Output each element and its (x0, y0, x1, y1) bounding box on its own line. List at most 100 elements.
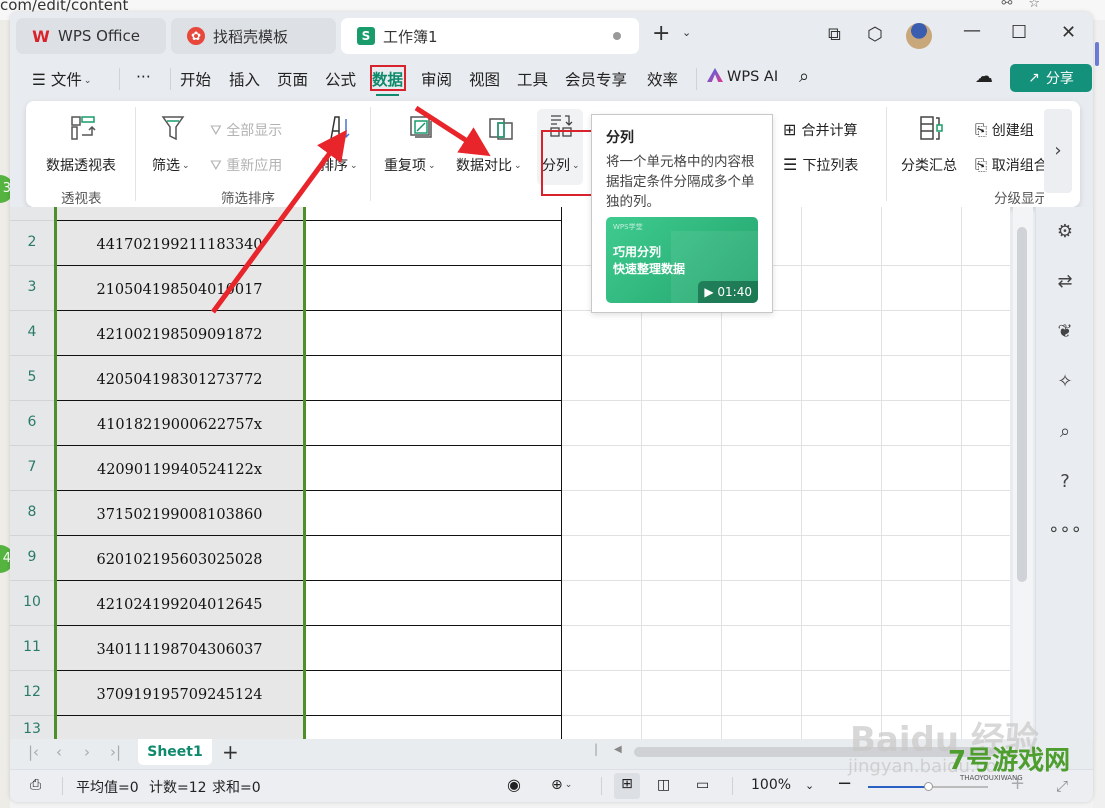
magic-wand-icon[interactable]: ✧ (1036, 371, 1093, 392)
cell-empty[interactable] (305, 401, 562, 446)
row-header[interactable]: 7 (10, 446, 54, 491)
sort-button[interactable]: 排序 ⌄ (320, 155, 358, 175)
filter-button[interactable]: 筛选 ⌄ (152, 155, 190, 175)
tab-docer-templates[interactable]: ✿ 找稻壳模板 (171, 18, 336, 54)
search-icon[interactable]: ⌕ (799, 66, 809, 87)
cell-a1[interactable] (54, 207, 305, 221)
new-tab-button[interactable]: + (652, 21, 670, 46)
menu-item-formula[interactable]: 公式 (325, 68, 356, 90)
next-sheet-icon[interactable]: › (84, 743, 90, 761)
pivot-table-button[interactable]: 数据透视表 (46, 155, 116, 175)
data-compare-button[interactable]: 数据对比 ⌄ (456, 155, 522, 175)
cell-empty[interactable] (305, 536, 562, 581)
reapply-button[interactable]: ⛛ 重新应用 (210, 155, 282, 175)
row-header[interactable]: 5 (10, 356, 54, 401)
tab-wps-office[interactable]: W WPS Office (16, 18, 166, 54)
vertical-scrollbar[interactable] (1013, 207, 1033, 752)
tab-workbook1[interactable]: S 工作簿1 (341, 18, 639, 54)
cube-app-icon[interactable]: ⬡ (867, 24, 883, 45)
zoom-dropdown-chevron-icon[interactable]: ⌄ (805, 779, 814, 792)
minimize-button[interactable]: — (963, 20, 981, 41)
row-header[interactable]: 12 (10, 671, 54, 716)
spreadsheet-grid[interactable]: 2 441702199211183340 3 210504198504010017 4 4… (10, 207, 1010, 752)
more-menu-button[interactable]: ··· (136, 68, 151, 86)
settings-sliders-icon[interactable]: ⚙ (1036, 221, 1093, 242)
file-menu[interactable]: ☰ 文件 ⌄ (32, 68, 91, 90)
share-button[interactable]: ↗ 分享 (1010, 64, 1092, 92)
cell-empty[interactable] (305, 266, 562, 311)
tab-list-chevron-icon[interactable]: ⌄ (682, 26, 691, 39)
menu-item-home[interactable]: 开始 (180, 68, 211, 90)
last-sheet-icon[interactable]: ›| (110, 743, 121, 761)
zoom-slider[interactable] (868, 782, 988, 791)
cell-display-dropdown[interactable]: ⊕ ⌄ (551, 777, 572, 793)
menu-item-page[interactable]: 页面 (277, 68, 308, 90)
cell-id-number[interactable]: 340111198704306037 (54, 626, 305, 671)
dropdown-list-button[interactable]: ☰ 下拉列表 (783, 155, 858, 175)
more-options-icon[interactable]: ∘∘∘ (1036, 519, 1093, 540)
menu-item-view[interactable]: 视图 (469, 68, 500, 90)
cell-empty[interactable] (305, 581, 562, 626)
menu-item-review[interactable]: 审阅 (421, 68, 452, 90)
vertical-scrollbar-thumb[interactable] (1017, 227, 1027, 582)
create-group-button[interactable]: ⎘ 创建组 (975, 120, 1034, 140)
row-header[interactable]: 4 (10, 311, 54, 356)
favorite-star-icon[interactable]: ☆ (1028, 0, 1040, 11)
duplicates-button[interactable]: 重复项 ⌄ (384, 155, 436, 175)
row-header[interactable]: 9 (10, 536, 54, 581)
first-sheet-icon[interactable]: |‹ (28, 743, 39, 761)
cell-id-number[interactable]: 421002198509091872 (54, 311, 305, 356)
row-header[interactable]: 3 (10, 266, 54, 311)
row-header[interactable]: 2 (10, 221, 54, 266)
cell-id-number[interactable]: 370919195709245124 (54, 671, 305, 716)
cell-b1[interactable] (305, 207, 562, 221)
wps-ai-button[interactable]: WPS AI (707, 68, 778, 85)
reading-mode-icon[interactable]: ⚯ (1001, 0, 1012, 11)
menu-item-tools[interactable]: 工具 (517, 68, 548, 90)
subtotal-button[interactable]: 分类汇总 (901, 155, 957, 175)
menu-item-efficiency[interactable]: 效率 (647, 68, 678, 90)
cell-empty[interactable] (305, 626, 562, 671)
row-header[interactable]: 10 (10, 581, 54, 626)
add-sheet-button[interactable]: + (222, 740, 239, 764)
scroll-left-icon[interactable]: ◀ (614, 744, 622, 755)
fullscreen-icon[interactable]: ⤢ (1056, 777, 1068, 795)
cell-empty[interactable] (305, 356, 562, 401)
help-icon[interactable]: ? (1036, 471, 1093, 492)
cell-id-number[interactable]: 421024199204012645 (54, 581, 305, 626)
cell-id-number[interactable]: 42090119940524122x (54, 446, 305, 491)
transpose-icon[interactable]: ⇄ (1036, 271, 1093, 292)
consolidate-button[interactable]: ⊞ 合并计算 (783, 120, 858, 140)
sheet-tab-sheet1[interactable]: Sheet1 (138, 739, 212, 765)
show-all-button[interactable]: ⛛ 全部显示 (210, 120, 282, 140)
zoom-level[interactable]: 100% (751, 777, 791, 793)
cell-id-number[interactable]: 41018219000622757x (54, 401, 305, 446)
window-layout-icon[interactable]: ⧉ (828, 24, 841, 45)
ungroup-button[interactable]: ⎘ 取消组合 (975, 155, 1045, 175)
normal-view-icon[interactable]: ⊞ (614, 773, 640, 799)
tutorial-video-thumbnail[interactable]: WPS学堂 巧用分列 快速整理数据 ▶ 01:40 (606, 217, 758, 303)
cell-empty[interactable] (305, 491, 562, 536)
cloud-sync-icon[interactable]: ☁ (975, 66, 993, 87)
cell-id-number[interactable]: 210504198504010017 (54, 266, 305, 311)
cell-id-number[interactable]: 420504198301273772 (54, 356, 305, 401)
menu-item-member[interactable]: 会员专享 (565, 68, 627, 90)
row-header[interactable]: 11 (10, 626, 54, 671)
row-header-1[interactable] (10, 207, 54, 221)
cell-empty[interactable] (305, 221, 562, 266)
zoom-slider-knob[interactable] (924, 782, 933, 791)
prev-sheet-icon[interactable]: ‹ (56, 743, 62, 761)
menu-item-insert[interactable]: 插入 (229, 68, 260, 90)
macro-record-icon[interactable]: ⎙ (30, 777, 41, 793)
row-header[interactable]: 8 (10, 491, 54, 536)
ribbon-scroll-right-button[interactable]: › (1044, 109, 1072, 193)
book-search-icon[interactable]: ⌕ (1036, 421, 1093, 442)
reading-view-icon[interactable]: ▭ (696, 777, 709, 793)
maximize-button[interactable]: ☐ (1011, 22, 1027, 43)
cell-id-number[interactable]: 371502199008103860 (54, 491, 305, 536)
cell-id-number[interactable]: 620102195603025028 (54, 536, 305, 581)
row-header[interactable]: 6 (10, 401, 54, 446)
cell-empty[interactable] (305, 671, 562, 716)
cell-id-number[interactable]: 441702199211183340 (54, 221, 305, 266)
close-button[interactable]: ✕ (1061, 22, 1076, 43)
